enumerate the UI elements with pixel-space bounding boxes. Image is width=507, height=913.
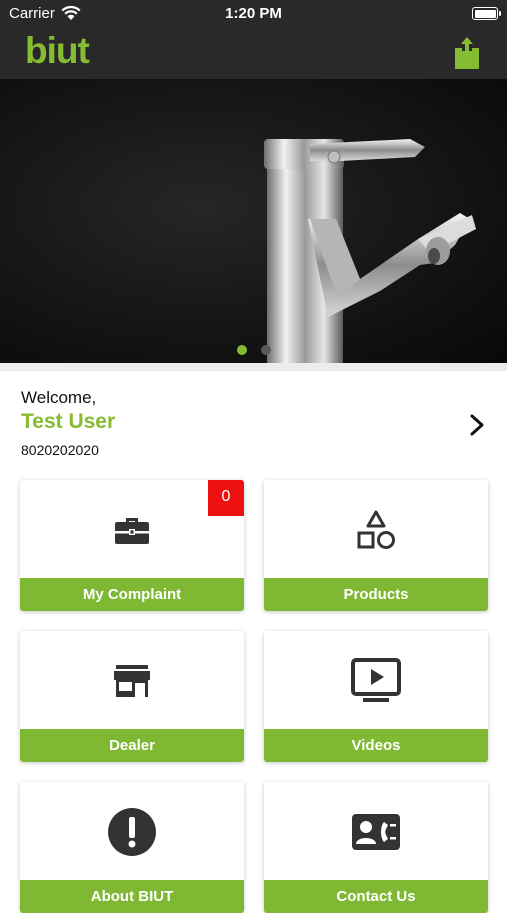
contact-icon — [352, 814, 400, 850]
tile-dealer[interactable]: Dealer — [20, 631, 244, 762]
section-divider — [0, 363, 507, 371]
tile-about[interactable]: About BIUT — [20, 782, 244, 913]
video-icon — [351, 658, 401, 702]
app-header: biut — [0, 28, 507, 79]
brand-logo: biut — [25, 30, 90, 71]
clock: 1:20 PM — [225, 5, 282, 22]
tile-my-complaint[interactable]: My Complaint 0 — [20, 480, 244, 611]
tile-label: Dealer — [20, 729, 244, 762]
banner-carousel[interactable] — [0, 79, 507, 363]
tile-label: My Complaint — [20, 578, 244, 611]
user-phone: 8020202020 — [21, 442, 99, 458]
tile-contact[interactable]: Contact Us — [264, 782, 488, 913]
briefcase-icon — [115, 518, 149, 544]
tile-products[interactable]: Products — [264, 480, 488, 611]
tile-label: About BIUT — [20, 880, 244, 913]
tile-label: Contact Us — [264, 880, 488, 913]
tile-label: Products — [264, 578, 488, 611]
chevron-right-icon[interactable] — [466, 413, 488, 437]
status-bar: Carrier 1:20 PM — [0, 0, 507, 28]
complaint-count-badge: 0 — [208, 480, 244, 516]
carousel-indicator — [0, 342, 507, 360]
share-icon[interactable] — [453, 36, 481, 70]
store-icon — [114, 665, 150, 697]
carousel-dot-active[interactable] — [236, 345, 247, 355]
welcome-text: Welcome, — [21, 388, 97, 407]
tile-videos[interactable]: Videos — [264, 631, 488, 762]
shapes-icon — [357, 510, 395, 549]
user-name[interactable]: Test User — [21, 410, 115, 434]
carousel-dot[interactable] — [260, 345, 271, 355]
faucet-image — [264, 139, 476, 363]
battery-icon — [472, 7, 501, 20]
tile-label: Videos — [264, 729, 488, 762]
info-icon — [108, 808, 156, 856]
